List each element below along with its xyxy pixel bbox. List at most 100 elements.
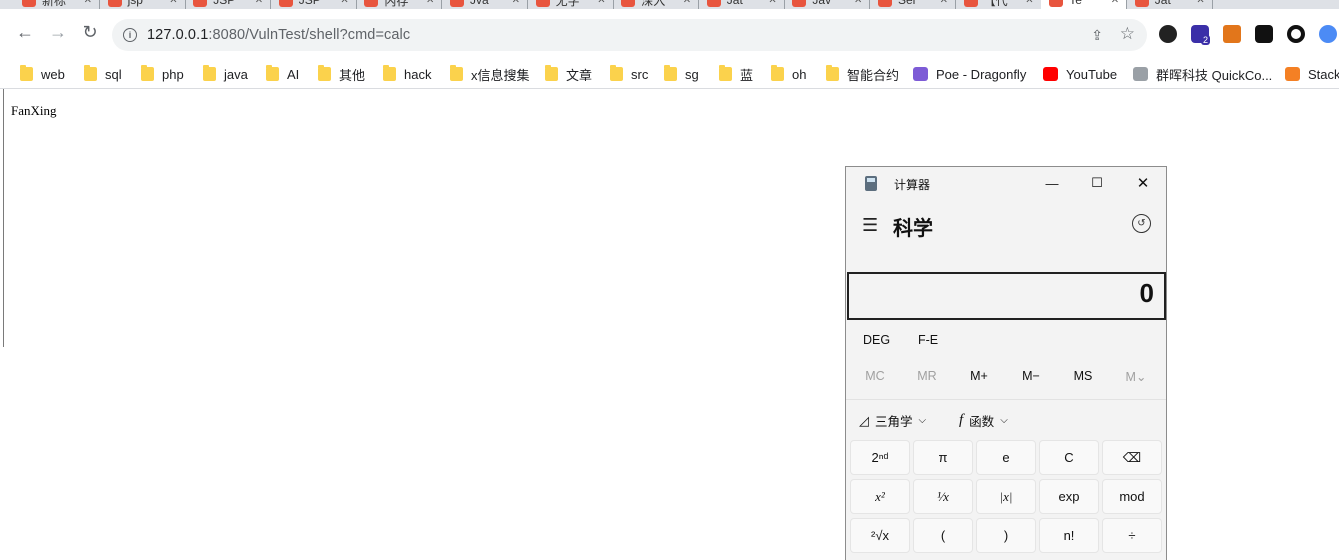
bookmark-folder[interactable]: oh — [771, 63, 806, 85]
browser-tab[interactable]: Jat ✕ — [1127, 0, 1213, 9]
bookmark-folder[interactable]: 其他 — [318, 63, 365, 85]
tab-close-icon[interactable]: ✕ — [1196, 0, 1204, 6]
bookmark-folder[interactable]: 文章 — [545, 63, 592, 85]
tab-close-icon[interactable]: ✕ — [1025, 0, 1033, 6]
calculator-window[interactable]: 计算器 — ☐ ✕ ☰ 科学 ↺ 0 DEG F-E MC MR M+ M− MS M⌄ … — [845, 166, 1167, 560]
trigonometry-dropdown[interactable]: ◿ 三角学 ⌵ — [859, 411, 926, 430]
tab-close-icon[interactable]: ✕ — [1111, 0, 1119, 6]
address-bar[interactable]: i 127.0.0.1:8080/VulnTest/shell?cmd=calc… — [112, 19, 1147, 51]
calculator-titlebar[interactable]: 计算器 — ☐ ✕ — [846, 167, 1166, 199]
calculator-key[interactable]: exp — [1039, 479, 1099, 514]
tab-close-icon[interactable]: ✕ — [940, 0, 948, 6]
bookmark-star-icon[interactable]: ☆ — [1120, 24, 1135, 44]
memory-button[interactable]: MR — [909, 369, 945, 383]
browser-tab[interactable]: Jat ✕ — [699, 0, 785, 9]
calculator-key[interactable]: 2ⁿᵈ — [850, 440, 910, 475]
back-button[interactable]: ← — [14, 21, 36, 43]
tab-close-icon[interactable]: ✕ — [597, 0, 605, 6]
extension-glasses-icon[interactable] — [1159, 25, 1177, 43]
calculator-key[interactable]: C — [1039, 440, 1099, 475]
calculator-key[interactable]: x² — [850, 479, 910, 514]
memory-button[interactable]: M− — [1013, 369, 1049, 383]
bookmark-folder[interactable]: 蓝 — [719, 63, 753, 85]
bookmark-folder[interactable]: sql — [84, 63, 122, 85]
bookmark-folder[interactable]: php — [141, 63, 184, 85]
window-edge-divider — [3, 89, 4, 347]
calculator-key[interactable]: ( — [913, 518, 973, 553]
share-icon[interactable]: ⇪ — [1091, 27, 1103, 44]
browser-tab[interactable]: 【代 ✕ — [956, 0, 1042, 9]
memory-button[interactable]: M+ — [961, 369, 997, 383]
tab-separator — [1211, 0, 1213, 9]
browser-tab[interactable]: 无字 ✕ — [528, 0, 614, 9]
browser-tab[interactable]: JSP ✕ — [185, 0, 272, 9]
memory-button[interactable]: MS — [1065, 369, 1101, 383]
bookmark-folder[interactable]: AI — [266, 63, 299, 85]
calculator-key[interactable]: |x| — [976, 479, 1036, 514]
close-button[interactable]: ✕ — [1133, 173, 1153, 193]
hamburger-menu-icon[interactable]: ☰ — [862, 215, 878, 236]
tab-close-icon[interactable]: ✕ — [255, 0, 263, 6]
extension-fox-icon[interactable] — [1223, 25, 1241, 43]
tab-close-icon[interactable]: ✕ — [683, 0, 691, 6]
tab-close-icon[interactable]: ✕ — [768, 0, 776, 6]
bookmark-folder[interactable]: src — [610, 63, 648, 85]
toolbar: ← → ↻ i 127.0.0.1:8080/VulnTest/shell?cm… — [0, 9, 1339, 61]
function-icon: f — [959, 412, 964, 428]
tab-close-icon[interactable]: ✕ — [84, 0, 92, 6]
browser-tab[interactable]: Ser ✕ — [870, 0, 956, 9]
memory-button[interactable]: MC — [857, 369, 893, 383]
calculator-key[interactable]: ²√x — [850, 518, 910, 553]
bookmark-folder[interactable]: sg — [664, 63, 699, 85]
bookmark-folder[interactable]: 智能合约 — [826, 63, 899, 85]
bookmark-label: oh — [792, 66, 807, 82]
calculator-key[interactable]: π — [913, 440, 973, 475]
tab-close-icon[interactable]: ✕ — [169, 0, 177, 6]
calculator-key[interactable]: ÷ — [1102, 518, 1162, 553]
browser-tab[interactable]: jsp ✕ — [100, 0, 186, 9]
extension-edge-icon[interactable] — [1319, 25, 1337, 43]
tab-close-icon[interactable]: ✕ — [854, 0, 862, 6]
calculator-key[interactable]: n! — [1039, 518, 1099, 553]
extension-circle-icon[interactable] — [1287, 25, 1305, 43]
maximize-button[interactable]: ☐ — [1087, 173, 1107, 193]
browser-tab[interactable]: 新标 ✕ — [14, 0, 100, 9]
bookmark-link[interactable]: YouTube — [1043, 63, 1117, 85]
tab-close-icon[interactable]: ✕ — [512, 0, 520, 6]
calculator-key[interactable]: mod — [1102, 479, 1162, 514]
tab-label: JSP — [213, 0, 236, 7]
bookmark-link[interactable]: 群晖科技 QuickCo... — [1133, 63, 1272, 85]
bookmark-folder[interactable]: hack — [383, 63, 431, 85]
minimize-button[interactable]: — — [1042, 173, 1062, 193]
site-info-icon[interactable]: i — [123, 28, 137, 42]
tab-close-icon[interactable]: ✕ — [426, 0, 434, 6]
browser-tab[interactable]: JSP ✕ — [271, 0, 357, 9]
reload-button[interactable]: ↻ — [79, 21, 101, 43]
bookmark-link[interactable]: Stack — [1285, 63, 1339, 85]
browser-tab[interactable]: 内存 ✕ — [356, 0, 443, 9]
bookmark-label: sg — [685, 66, 699, 82]
history-icon[interactable]: ↺ — [1132, 214, 1151, 233]
memory-button[interactable]: M⌄ — [1118, 369, 1154, 384]
browser-tab[interactable]: Te ✕ — [1041, 0, 1128, 9]
bookmark-link[interactable]: Poe - Dragonfly — [913, 63, 1026, 85]
calculator-key[interactable]: ⌫ — [1102, 440, 1162, 475]
browser-tab[interactable]: Jav ✕ — [784, 0, 871, 9]
function-dropdown[interactable]: f 函数 ⌵ — [959, 411, 1008, 430]
browser-tab[interactable]: Jva ✕ — [442, 0, 528, 9]
tab-close-icon[interactable]: ✕ — [340, 0, 348, 6]
forward-button[interactable]: → — [47, 21, 69, 43]
browser-tab[interactable]: 深入 ✕ — [613, 0, 700, 9]
bookmark-folder[interactable]: web — [20, 63, 65, 85]
bookmark-folder[interactable]: x信息搜集 — [450, 63, 530, 85]
calculator-key[interactable]: e — [976, 440, 1036, 475]
calculator-key[interactable]: ) — [976, 518, 1036, 553]
extension-gem-icon[interactable]: 2 — [1191, 25, 1211, 45]
calculator-key[interactable]: ¹⁄x — [913, 479, 973, 514]
chevron-down-icon: ⌵ — [918, 415, 927, 426]
fe-button[interactable]: F-E — [918, 333, 938, 347]
extension-box-icon[interactable] — [1255, 25, 1273, 43]
bookmark-folder[interactable]: java — [203, 63, 248, 85]
url-text[interactable]: 127.0.0.1:8080/VulnTest/shell?cmd=calc — [147, 27, 410, 43]
angle-unit-button[interactable]: DEG — [863, 333, 890, 347]
